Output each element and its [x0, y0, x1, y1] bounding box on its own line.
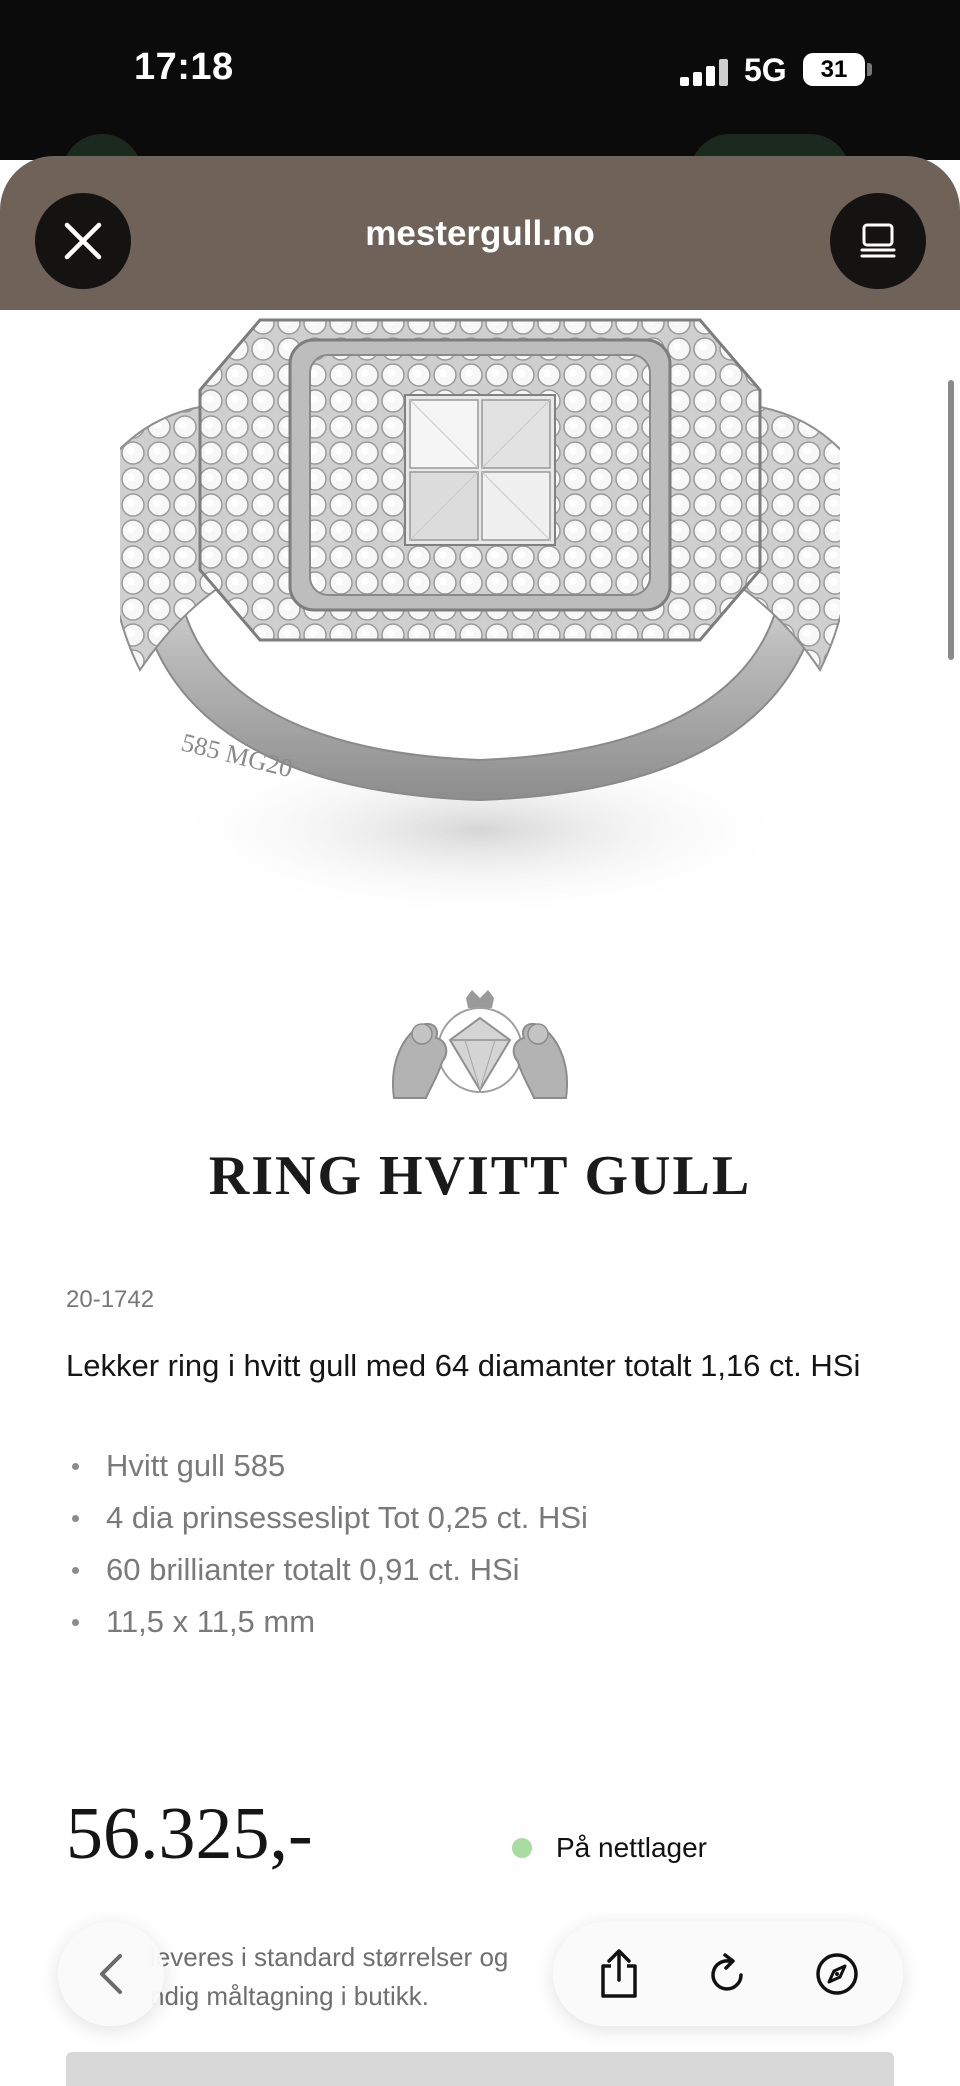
size-note-line: leveres i standard størrelser og — [150, 1942, 509, 1972]
browser-toolbar — [553, 1922, 903, 2026]
spec-item: 60 brillianter totalt 0,91 ct. HSi — [66, 1544, 588, 1596]
crest-logo-icon — [392, 990, 568, 1099]
battery-icon: 31 — [803, 53, 865, 86]
network-label: 5G — [744, 52, 787, 88]
close-button[interactable] — [35, 193, 131, 289]
spec-list: Hvitt gull 585 4 dia prinsesseslipt Tot … — [66, 1440, 588, 1648]
size-note: leveres i standard størrelser og ndig må… — [150, 1938, 570, 2016]
status-time: 17:18 — [134, 46, 234, 88]
close-icon — [64, 222, 102, 260]
chevron-left-icon — [100, 1954, 122, 1994]
status-bar: 17:18 5G 31 — [0, 0, 960, 174]
reader-mode-button[interactable] — [830, 193, 926, 289]
signal-icon — [680, 56, 728, 86]
share-button[interactable] — [579, 1934, 659, 2014]
page-content[interactable]: 585 MG20 RING HVITT GULL 20-1742 Lekker … — [0, 310, 960, 2086]
spec-item: 4 dia prinsesseslipt Tot 0,25 ct. HSi — [66, 1492, 588, 1544]
reader-mode-icon — [860, 223, 896, 258]
compass-icon — [815, 1953, 858, 1995]
stock-status: På nettlager — [512, 1832, 707, 1864]
size-note-line: ndig måltagning i butikk. — [150, 1981, 429, 2011]
stock-status-label: På nettlager — [556, 1832, 707, 1863]
spec-item: Hvitt gull 585 — [66, 1440, 588, 1492]
back-button[interactable] — [58, 1922, 164, 2026]
in-stock-dot-icon — [512, 1838, 532, 1858]
product-description: Lekker ring i hvitt gull med 64 diamante… — [66, 1348, 861, 1383]
open-in-safari-button[interactable] — [797, 1934, 877, 2014]
product-title: RING HVITT GULL — [208, 1145, 752, 1207]
ring-photo: 585 MG20 — [120, 318, 840, 920]
spec-item: 11,5 x 11,5 mm — [66, 1596, 588, 1648]
reload-icon — [711, 1953, 743, 1991]
battery-tip — [867, 63, 872, 76]
url-label[interactable]: mestergull.no — [280, 214, 680, 254]
scroll-indicator[interactable] — [948, 380, 954, 660]
product-price: 56.325,- — [66, 1793, 313, 1875]
product-sku: 20-1742 — [66, 1286, 155, 1313]
reload-button[interactable] — [688, 1934, 768, 2014]
add-to-cart-button[interactable] — [66, 2052, 894, 2086]
share-icon — [601, 1949, 638, 1998]
